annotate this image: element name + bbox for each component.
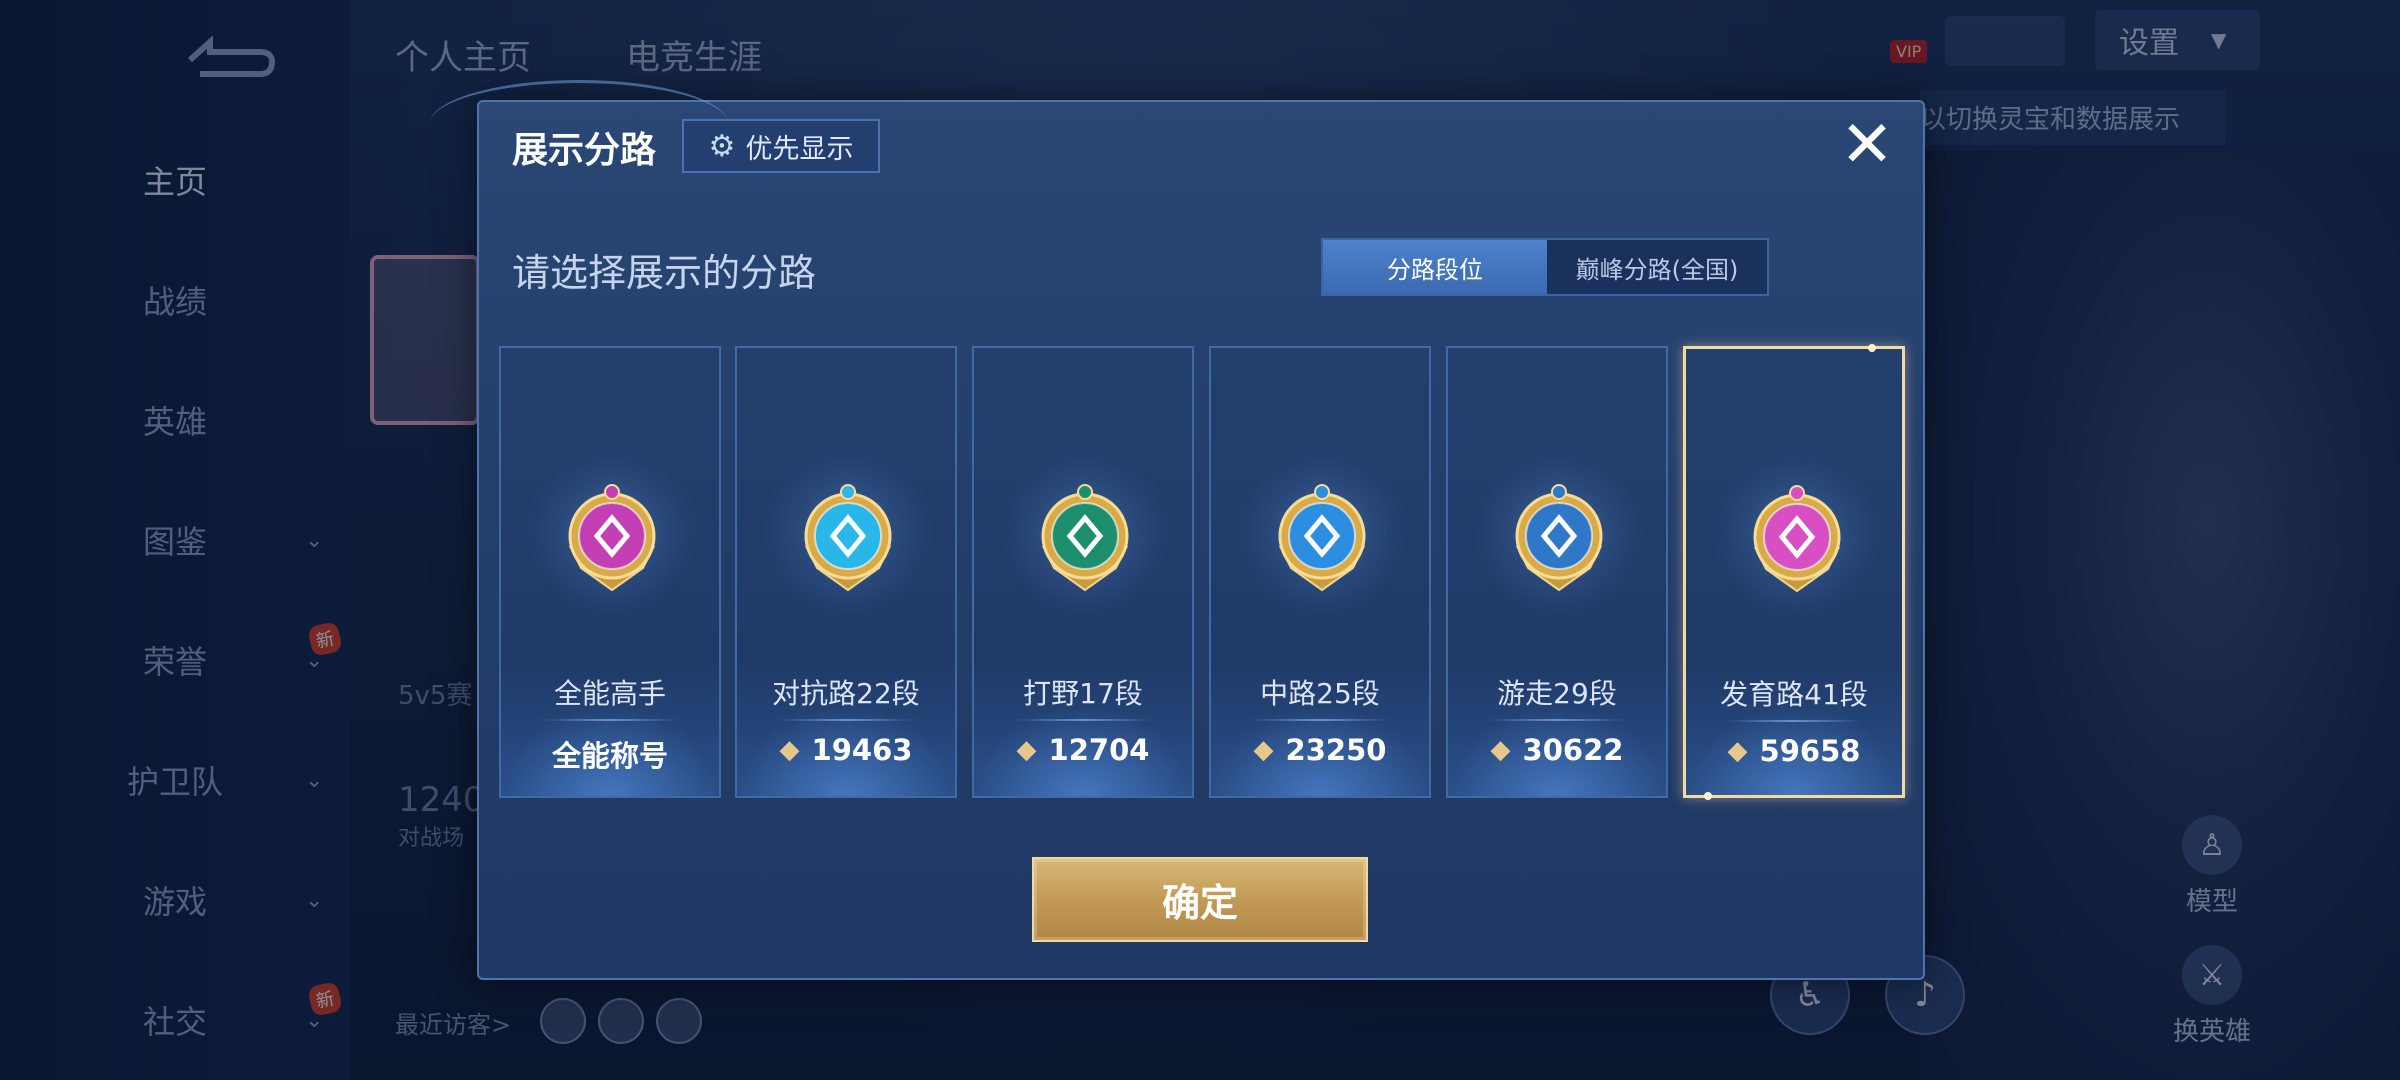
- points-icon: ◆: [1016, 735, 1037, 765]
- lane-score-value: 59658: [1759, 734, 1861, 768]
- lane-medal-icon: [1041, 484, 1129, 592]
- selection-corner-dot: [1868, 344, 1876, 352]
- lane-card[interactable]: 打野17段 ◆ 12704: [972, 346, 1194, 798]
- points-icon: ◆: [1727, 736, 1748, 766]
- lane-score-value: 19463: [811, 733, 913, 767]
- lane-score: 全能称号: [501, 733, 719, 775]
- card-divider: [1488, 719, 1626, 721]
- display-mode-toggle: 分路段位 巅峰分路(全国): [1321, 238, 1769, 296]
- toggle-lane-rank[interactable]: 分路段位: [1323, 240, 1547, 294]
- gear-icon: ⚙: [708, 128, 736, 164]
- lane-score: ◆ 59658: [1686, 734, 1902, 768]
- lane-select-dialog: 展示分路 ⚙ 优先显示 ✕ 请选择展示的分路 分路段位 巅峰分路(全国) 全能高…: [429, 80, 1925, 980]
- points-icon: ◆: [1253, 735, 1274, 765]
- lane-score-value: 12704: [1048, 733, 1150, 767]
- lane-card[interactable]: 发育路41段 ◆ 59658: [1683, 344, 1905, 800]
- lane-score: ◆ 19463: [737, 733, 955, 767]
- lane-medal-icon: [1753, 485, 1841, 593]
- confirm-button[interactable]: 确定: [1032, 857, 1368, 942]
- lane-label: 中路25段: [1260, 677, 1380, 710]
- card-divider: [1251, 719, 1389, 721]
- lane-card[interactable]: 游走29段 ◆ 30622: [1446, 346, 1668, 798]
- card-divider: [541, 719, 679, 721]
- selection-corner-dot: [1704, 792, 1712, 800]
- card-divider: [1014, 719, 1152, 721]
- lane-score-value: 23250: [1285, 733, 1387, 767]
- lane-score: ◆ 12704: [974, 733, 1192, 767]
- lane-label: 游走29段: [1497, 677, 1617, 710]
- close-button[interactable]: ✕: [1832, 110, 1902, 180]
- dialog-subtitle: 请选择展示的分路: [512, 251, 817, 295]
- points-icon: ◆: [779, 735, 800, 765]
- lane-card[interactable]: 中路25段 ◆ 23250: [1209, 346, 1431, 798]
- lane-medal-icon: [1278, 484, 1366, 592]
- lane-label: 打野17段: [1023, 677, 1143, 710]
- lane-label: 发育路41段: [1720, 678, 1868, 711]
- toggle-peak-lane-national[interactable]: 巅峰分路(全国): [1547, 240, 1767, 294]
- lane-label: 全能高手: [553, 677, 666, 710]
- lane-score-value: 30622: [1522, 733, 1624, 767]
- lane-score-value: 全能称号: [551, 739, 668, 773]
- dialog-title: 展示分路: [512, 130, 657, 171]
- points-icon: ◆: [1490, 735, 1511, 765]
- lane-card[interactable]: 对抗路22段 ◆ 19463: [735, 346, 957, 798]
- lane-medal-icon: [804, 484, 892, 592]
- lane-label: 对抗路22段: [772, 677, 920, 710]
- lane-card[interactable]: 全能高手 全能称号: [499, 346, 721, 798]
- lane-score: ◆ 23250: [1211, 733, 1429, 767]
- lane-medal-icon: [1515, 484, 1603, 592]
- lane-score: ◆ 30622: [1448, 733, 1666, 767]
- card-divider: [777, 719, 915, 721]
- card-divider: [1726, 720, 1862, 722]
- lane-medal-icon: [568, 484, 656, 592]
- priority-display-button[interactable]: ⚙ 优先显示: [682, 119, 880, 173]
- priority-display-label: 优先显示: [745, 133, 854, 165]
